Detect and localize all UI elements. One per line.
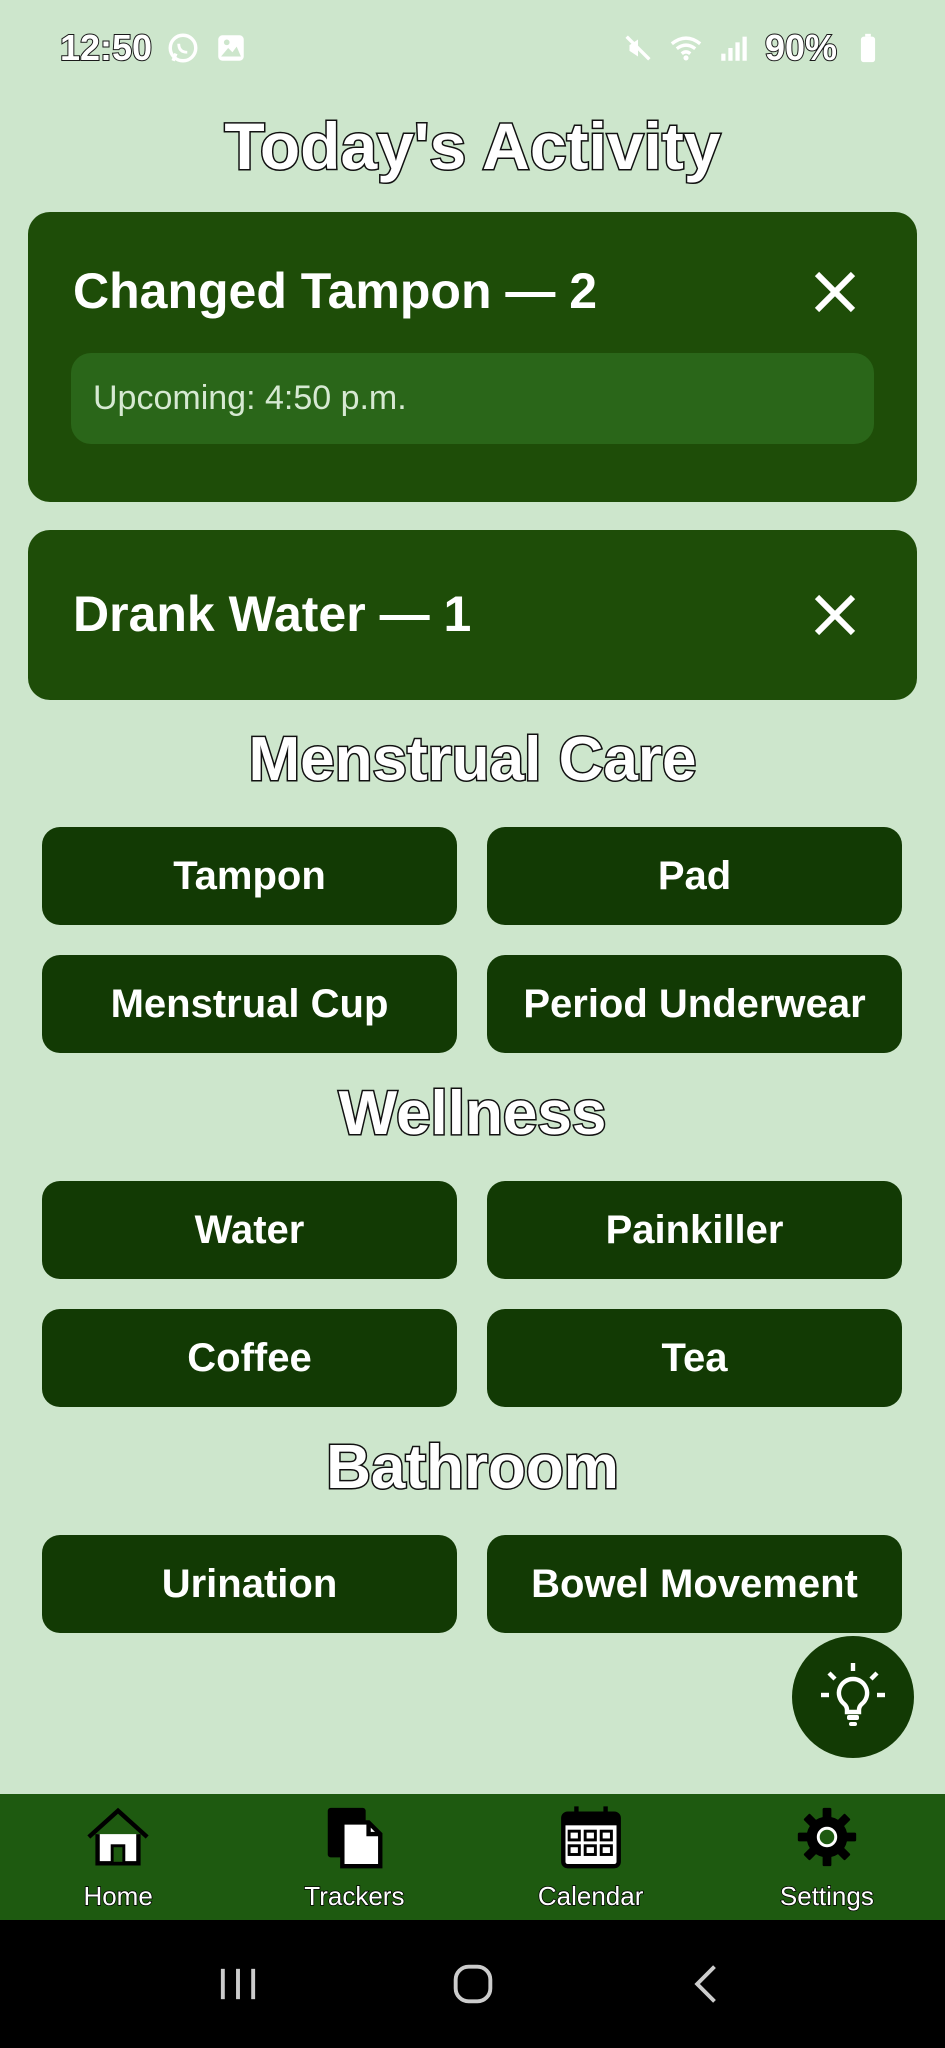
back-button[interactable] <box>663 1944 753 2024</box>
urination-button[interactable]: Urination <box>42 1535 457 1633</box>
activity-card: Changed Tampon — 2 Upcoming: 4:50 p.m. <box>28 212 917 502</box>
upcoming-reminder: Upcoming: 4:50 p.m. <box>71 353 874 444</box>
whatsapp-icon <box>166 31 200 65</box>
activity-card-title: Drank Water — 1 <box>73 586 472 642</box>
home-icon <box>83 1802 153 1877</box>
battery-icon <box>851 31 885 65</box>
app-screen: 12:50 90% Today's Activity Changed Tampo… <box>0 0 945 2048</box>
nav-calendar[interactable]: Calendar <box>473 1794 709 1920</box>
coffee-button[interactable]: Coffee <box>42 1309 457 1407</box>
recent-apps-button[interactable] <box>193 1944 283 2024</box>
back-chevron-icon <box>693 1965 716 2003</box>
nav-settings[interactable]: Settings <box>709 1794 945 1920</box>
nav-label-trackers: Trackers <box>304 1880 406 1912</box>
close-icon[interactable] <box>805 262 865 322</box>
wifi-icon <box>669 31 703 65</box>
nav-label-home: Home <box>83 1880 154 1912</box>
nav-label-calendar: Calendar <box>537 1880 644 1912</box>
recent-apps-icon <box>220 1968 255 2000</box>
tea-button[interactable]: Tea <box>487 1309 902 1407</box>
home-circle-icon <box>453 1964 492 2004</box>
tips-button[interactable] <box>792 1636 914 1758</box>
battery-percent: 90% <box>764 26 838 69</box>
menstrual-cup-button[interactable]: Menstrual Cup <box>42 955 457 1053</box>
bottom-nav: Home Trackers Calendar Settings <box>0 1794 945 1920</box>
section-title-wellness: Wellness <box>337 1078 608 1150</box>
activity-card: Drank Water — 1 <box>28 530 917 700</box>
signal-icon <box>717 31 751 65</box>
section-title-menstrual-care: Menstrual Care <box>247 724 698 796</box>
page-title: Today's Activity <box>223 108 722 185</box>
period-underwear-button[interactable]: Period Underwear <box>487 955 902 1053</box>
section-title-bathroom: Bathroom <box>325 1432 621 1504</box>
tampon-button[interactable]: Tampon <box>42 827 457 925</box>
mute-icon <box>621 31 655 65</box>
nav-trackers[interactable]: Trackers <box>236 1794 472 1920</box>
gallery-icon <box>214 31 248 65</box>
bowel-movement-button[interactable]: Bowel Movement <box>487 1535 902 1633</box>
gear-icon <box>792 1802 862 1877</box>
nav-label-settings: Settings <box>779 1880 874 1912</box>
home-system-button[interactable] <box>428 1944 518 2024</box>
activity-card-title: Changed Tampon — 2 <box>73 263 598 319</box>
pad-button[interactable]: Pad <box>487 827 902 925</box>
close-icon[interactable] <box>805 585 865 645</box>
system-nav-bar <box>0 1920 945 2048</box>
painkiller-button[interactable]: Painkiller <box>487 1181 902 1279</box>
status-time: 12:50 <box>59 26 153 69</box>
trackers-icon <box>319 1802 389 1877</box>
calendar-icon <box>556 1802 626 1877</box>
water-button[interactable]: Water <box>42 1181 457 1279</box>
status-bar: 12:50 90% <box>0 0 945 96</box>
lightbulb-icon <box>813 1657 893 1737</box>
nav-home[interactable]: Home <box>0 1794 236 1920</box>
